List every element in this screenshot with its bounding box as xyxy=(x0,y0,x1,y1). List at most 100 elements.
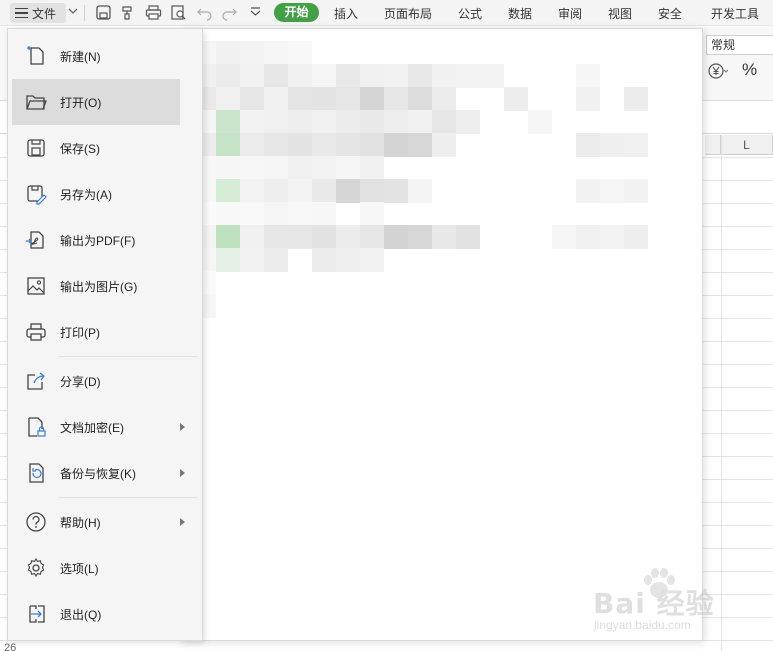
blurred-file-pixel xyxy=(336,179,360,203)
blurred-file-pixel xyxy=(288,110,312,134)
format-painter-icon[interactable] xyxy=(119,4,136,21)
blurred-file-pixel xyxy=(456,110,480,134)
blurred-file-pixel xyxy=(576,225,600,249)
blurred-file-pixel xyxy=(384,87,408,111)
print-quick-icon[interactable] xyxy=(145,4,162,21)
menu-item-label: 另存为(A) xyxy=(60,187,112,202)
blurred-file-pixel xyxy=(504,87,528,111)
blurred-file-pixel xyxy=(384,110,408,134)
redo-icon[interactable] xyxy=(221,4,238,21)
undo-icon[interactable] xyxy=(196,4,213,21)
menu-item-label: 文档加密(E) xyxy=(60,420,124,435)
blurred-file-pixel xyxy=(240,133,264,157)
menu-item-export-image[interactable]: 输出为图片(G) xyxy=(12,263,180,309)
blurred-file-pixel xyxy=(216,133,240,157)
tab-insert[interactable]: 插入 xyxy=(334,5,358,22)
file-menu-button[interactable]: 文件 xyxy=(10,3,66,23)
blurred-file-pixel xyxy=(288,225,312,249)
file-menu-panel: 新建(N) 打开(O) 保存(S) 另存为(A) 输出为PDF(F) 输出为图片… xyxy=(7,28,203,641)
quick-save-icon[interactable] xyxy=(95,4,112,21)
menu-item-open[interactable]: 打开(O) xyxy=(12,79,180,125)
blurred-file-pixel xyxy=(408,87,432,111)
tab-developer[interactable]: 开发工具 xyxy=(711,5,759,22)
menu-item-options[interactable]: 选项(L) xyxy=(12,545,180,591)
chevron-down-icon[interactable] xyxy=(68,6,78,16)
tab-page-layout[interactable]: 页面布局 xyxy=(384,5,432,22)
submenu-arrow-icon xyxy=(180,469,185,477)
blurred-file-pixel xyxy=(240,202,264,226)
blurred-file-pixel xyxy=(312,133,336,157)
blurred-file-pixel xyxy=(384,64,408,88)
blurred-file-pixel xyxy=(336,87,360,111)
menu-item-help[interactable]: 帮助(H) xyxy=(12,499,185,545)
menu-item-label: 备份与恢复(K) xyxy=(60,466,136,481)
currency-icon[interactable] xyxy=(708,61,728,81)
submenu-arrow-icon xyxy=(180,423,185,431)
watermark-url: jingyan.baidu.com xyxy=(594,618,691,632)
menu-item-export-pdf[interactable]: 输出为PDF(F) xyxy=(12,217,180,263)
print-preview-icon[interactable] xyxy=(170,4,187,21)
blurred-file-pixel xyxy=(456,225,480,249)
tab-formulas[interactable]: 公式 xyxy=(458,5,482,22)
menu-item-new[interactable]: 新建(N) xyxy=(12,33,180,79)
blurred-file-pixel xyxy=(576,64,600,88)
blurred-file-pixel xyxy=(288,133,312,157)
menu-item-label: 保存(S) xyxy=(60,141,100,156)
blurred-file-pixel xyxy=(360,64,384,88)
blurred-file-pixel xyxy=(432,133,456,157)
blurred-file-pixel xyxy=(216,41,240,65)
menu-item-save-as[interactable]: 另存为(A) xyxy=(12,171,180,217)
menu-item-label: 输出为图片(G) xyxy=(60,279,138,294)
customize-toolbar-icon[interactable] xyxy=(247,4,264,21)
blurred-file-pixel xyxy=(288,87,312,111)
menu-item-label: 选项(L) xyxy=(60,561,99,576)
menu-item-exit[interactable]: 退出(Q) xyxy=(12,591,180,637)
blurred-file-pixel xyxy=(336,110,360,134)
blurred-file-pixel xyxy=(408,179,432,203)
blurred-file-pixel xyxy=(360,133,384,157)
tab-home[interactable]: 开始 xyxy=(274,3,319,22)
blurred-file-pixel xyxy=(240,156,264,180)
blurred-file-pixel xyxy=(264,179,288,203)
tab-security[interactable]: 安全 xyxy=(658,5,682,22)
blurred-file-pixel xyxy=(216,87,240,111)
menu-item-label: 帮助(H) xyxy=(60,515,101,530)
blurred-file-pixel xyxy=(264,225,288,249)
open-folder-icon xyxy=(26,95,47,110)
menu-item-print[interactable]: 打印(P) xyxy=(12,309,180,355)
tab-data[interactable]: 数据 xyxy=(508,5,532,22)
menu-item-encrypt[interactable]: 文档加密(E) xyxy=(12,404,185,450)
gear-icon xyxy=(27,557,45,578)
save-icon xyxy=(27,139,45,157)
menu-item-share[interactable]: 分享(D) xyxy=(12,358,180,404)
column-header-l[interactable]: L xyxy=(721,135,773,155)
column-header[interactable] xyxy=(705,135,721,155)
row-number[interactable]: 26 xyxy=(4,642,16,651)
menu-item-save[interactable]: 保存(S) xyxy=(12,125,180,171)
file-menu-label: 文件 xyxy=(32,6,57,21)
blurred-file-pixel xyxy=(216,179,240,203)
tab-review[interactable]: 审阅 xyxy=(558,5,582,22)
recent-files-panel[interactable] xyxy=(180,28,703,641)
blurred-file-pixel xyxy=(408,133,432,157)
blurred-file-pixel xyxy=(264,248,288,272)
blurred-file-pixel xyxy=(240,110,264,134)
blurred-file-pixel xyxy=(240,225,264,249)
menu-item-backup[interactable]: 备份与恢复(K) xyxy=(12,450,185,496)
toolbar-divider xyxy=(84,5,85,21)
blurred-file-pixel xyxy=(216,225,240,249)
blurred-file-pixel xyxy=(288,64,312,88)
percent-style-button[interactable]: % xyxy=(742,60,757,80)
blurred-file-pixel xyxy=(360,156,384,180)
encrypt-doc-icon xyxy=(28,417,46,437)
blurred-file-pixel xyxy=(312,64,336,88)
blurred-file-pixel xyxy=(624,225,648,249)
tab-view[interactable]: 视图 xyxy=(608,5,632,22)
number-format-select[interactable]: 常规 xyxy=(706,35,773,55)
blurred-file-pixel xyxy=(216,202,240,226)
blurred-file-pixel xyxy=(384,179,408,203)
blurred-file-pixel xyxy=(264,156,288,180)
blurred-file-pixel xyxy=(216,110,240,134)
blurred-file-pixel xyxy=(336,248,360,272)
blurred-file-pixel xyxy=(216,156,240,180)
